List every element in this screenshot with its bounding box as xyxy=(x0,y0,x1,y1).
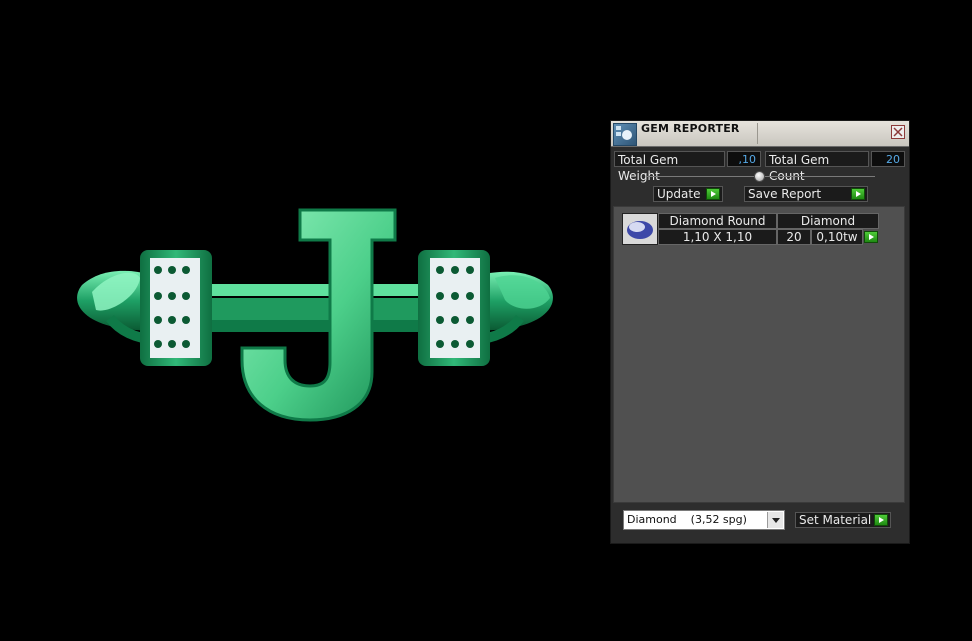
left-gem-band xyxy=(140,250,212,366)
play-icon[interactable] xyxy=(864,231,878,243)
total-weight-value: ,10 xyxy=(727,151,761,167)
right-gem-band xyxy=(418,250,490,366)
total-weight-label: Total Gem Weight xyxy=(614,151,725,183)
connector-top xyxy=(200,284,450,296)
play-icon xyxy=(874,514,888,526)
save-report-button[interactable]: Save Report xyxy=(744,186,868,202)
close-icon xyxy=(893,127,903,137)
play-icon xyxy=(706,188,720,200)
save-report-label: Save Report xyxy=(748,187,822,201)
gem-size-cell: 1,10 X 1,10 xyxy=(658,229,777,245)
set-material-button[interactable]: Set Material xyxy=(795,512,891,528)
connector-mid xyxy=(200,298,450,320)
total-count-value: 20 xyxy=(871,151,905,167)
gem-thumbnail-icon xyxy=(622,213,658,245)
gem-reporter-panel: GEM REPORTER Total Gem Weight ,10 Total … xyxy=(610,120,910,544)
connector-bottom xyxy=(200,320,450,332)
total-count-label: Total Gem Count xyxy=(765,151,869,183)
gem-material-cell: Diamond xyxy=(777,213,879,229)
material-select[interactable]: Diamond (3,52 spg) xyxy=(623,510,785,530)
gem-list[interactable]: Diamond Round 1,10 X 1,10 Diamond 20 0,1… xyxy=(613,206,905,503)
play-icon xyxy=(851,188,865,200)
set-material-label: Set Material xyxy=(799,513,872,527)
panel-title: GEM REPORTER xyxy=(641,122,740,135)
chevron-down-icon[interactable] xyxy=(767,512,783,528)
gem-name-cell: Diamond Round xyxy=(658,213,777,229)
update-label: Update xyxy=(657,187,701,201)
gem-reporter-icon xyxy=(613,123,637,146)
gem-weight-cell: 0,10tw xyxy=(811,229,863,245)
material-select-value: Diamond (3,52 spg) xyxy=(627,513,747,526)
close-button[interactable] xyxy=(891,125,905,139)
update-button[interactable]: Update xyxy=(653,186,723,202)
panel-titlebar[interactable]: GEM REPORTER xyxy=(611,121,909,147)
titlebar-divider xyxy=(757,123,758,144)
panel-slider-knob[interactable] xyxy=(754,171,765,182)
gem-count-cell: 20 xyxy=(777,229,811,245)
